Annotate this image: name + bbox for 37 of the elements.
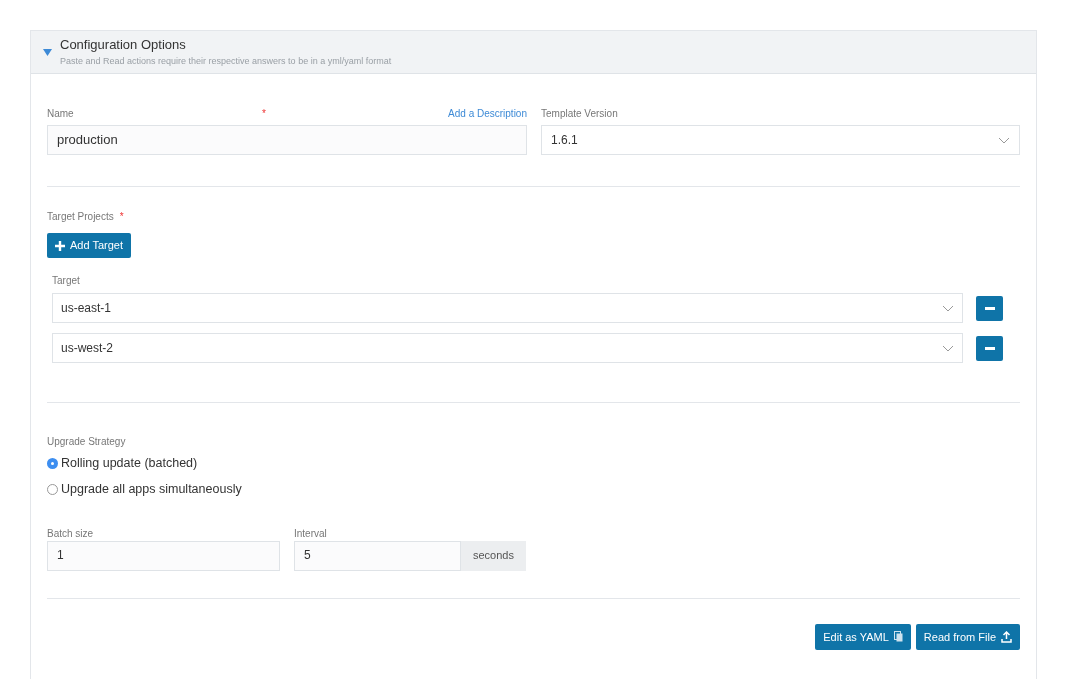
batch-size-input[interactable]: 1 <box>47 540 280 571</box>
chevron-down-icon <box>998 136 1010 144</box>
field-label: Batch size <box>47 527 94 539</box>
target-select[interactable]: us-west-2 <box>52 333 963 363</box>
chevron-down-icon <box>942 304 954 312</box>
interval-input[interactable]: 5 <box>294 540 461 571</box>
field-label: Interval <box>294 527 327 539</box>
read-from-file-button[interactable]: Read from File <box>915 623 1020 650</box>
required-asterisk: * <box>261 106 266 121</box>
required-asterisk: * <box>119 211 124 222</box>
panel-title: Configuration Options <box>60 37 187 53</box>
radio-label[interactable]: Upgrade all apps simultaneously <box>61 479 242 499</box>
minus-icon <box>984 346 995 350</box>
minus-icon <box>984 306 995 310</box>
add-description-link[interactable]: Add a Description <box>448 105 527 121</box>
remove-button[interactable] <box>976 335 1003 361</box>
field-label: Target Projects <box>47 211 114 222</box>
panel-subtitle: Paste and Read actions require their respective answers to be in a yml/yaml format <box>60 55 392 68</box>
chevron-down-icon <box>942 344 954 352</box>
radio-label[interactable]: Rolling update (batched) <box>61 454 198 473</box>
radio-button[interactable] <box>47 483 58 495</box>
field-label: Template Version <box>541 106 618 121</box>
unit-addon: seconds <box>461 540 526 571</box>
plus-icon <box>55 240 65 251</box>
radio-button[interactable] <box>47 457 58 469</box>
copy-icon <box>893 631 903 642</box>
field-label: Upgrade Strategy <box>47 436 126 447</box>
upload-icon <box>1001 630 1012 643</box>
field-label: Name <box>47 106 74 121</box>
add-target-button[interactable]: Add Target <box>47 233 131 258</box>
column-label: Target <box>52 275 80 286</box>
name-input[interactable]: production <box>47 125 527 155</box>
template-version-select[interactable]: 1.6.1 <box>541 125 1020 155</box>
panel-header[interactable]: Configuration Options Paste and Read actions require their respective answers to be in a yml/yaml format <box>31 31 1036 74</box>
edit-as-yaml-button[interactable]: Edit as YAML <box>815 623 911 650</box>
remove-button[interactable] <box>976 295 1003 321</box>
target-select[interactable]: us-east-1 <box>52 293 963 323</box>
